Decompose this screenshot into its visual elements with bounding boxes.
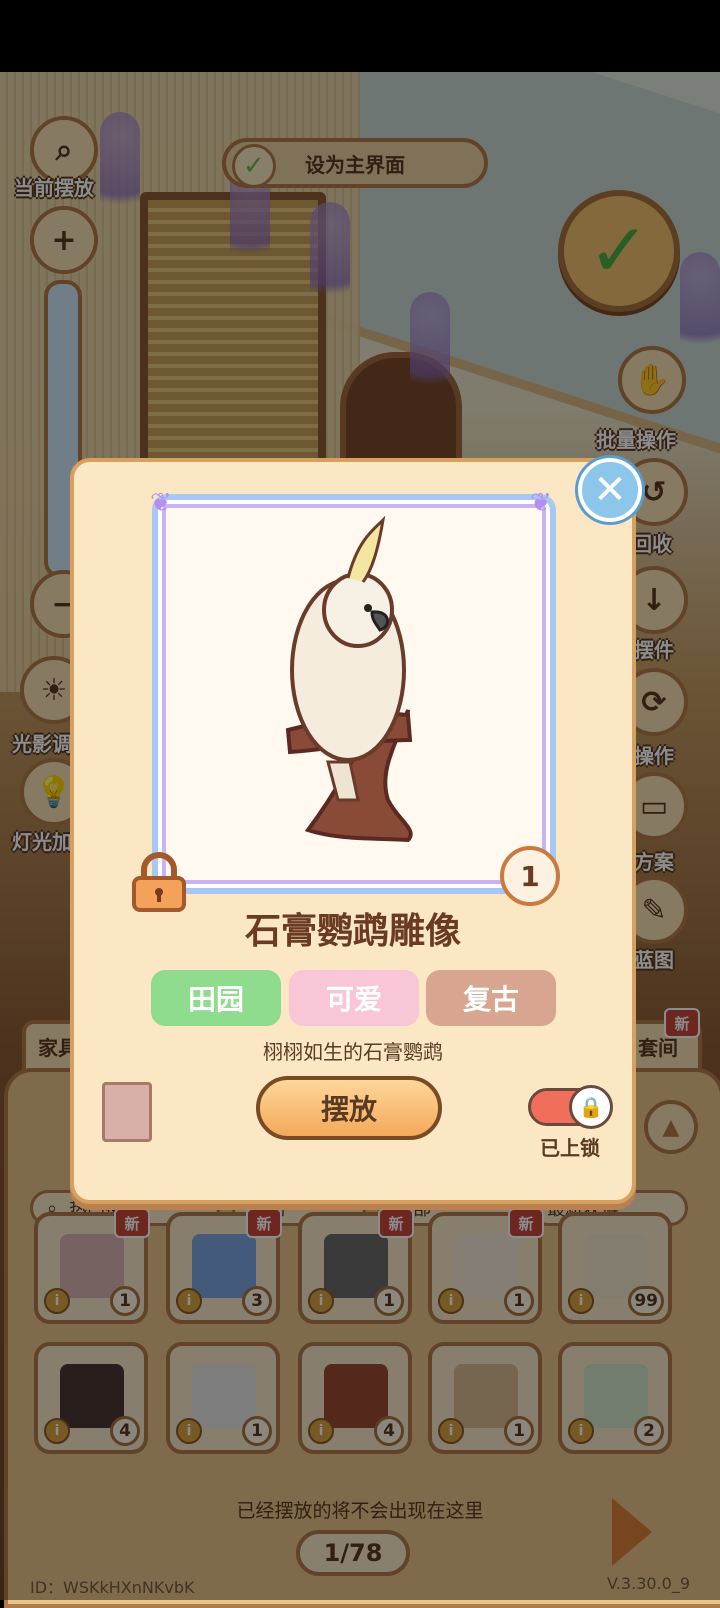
- tag-pastoral: 田园: [151, 970, 281, 1026]
- item-image-frame: [152, 494, 556, 894]
- close-icon[interactable]: ✕: [578, 458, 642, 522]
- place-button[interactable]: 摆放: [256, 1076, 442, 1140]
- padlock-icon: 🔒: [569, 1085, 613, 1129]
- parrot-statue-image: [285, 515, 413, 843]
- tag-retro: 复古: [426, 970, 556, 1026]
- item-description: 栩栩如生的石膏鹦鹉: [263, 1040, 443, 1064]
- tag-cute: 可爱: [289, 970, 419, 1026]
- bow-decoration: ❦: [530, 488, 552, 518]
- bow-decoration: ❦: [150, 488, 172, 518]
- lock-toggle[interactable]: 🔒: [528, 1085, 613, 1129]
- status-bar: [0, 0, 720, 72]
- lock-status-label: 已上锁: [540, 1136, 600, 1160]
- bookmark-icon[interactable]: [102, 1082, 152, 1142]
- item-quantity: 1: [500, 846, 560, 906]
- item-title: 石膏鹦鹉雕像: [244, 911, 461, 952]
